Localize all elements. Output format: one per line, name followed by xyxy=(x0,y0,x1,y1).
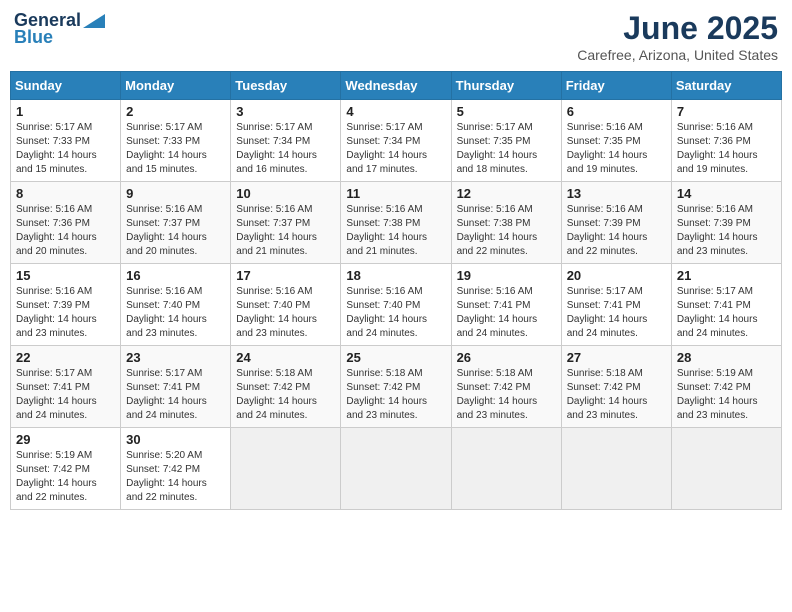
col-tuesday: Tuesday xyxy=(231,72,341,100)
cell-jun15: 15 Sunrise: 5:16 AMSunset: 7:39 PMDaylig… xyxy=(11,264,121,346)
cell-empty-1 xyxy=(231,428,341,510)
main-title: June 2025 xyxy=(577,10,778,47)
cell-jun5: 5 Sunrise: 5:17 AMSunset: 7:35 PMDayligh… xyxy=(451,100,561,182)
cell-empty-3 xyxy=(451,428,561,510)
calendar-row-4: 22 Sunrise: 5:17 AMSunset: 7:41 PMDaylig… xyxy=(11,346,782,428)
page-header: General Blue June 2025 Carefree, Arizona… xyxy=(10,10,782,63)
col-monday: Monday xyxy=(121,72,231,100)
calendar-row-3: 15 Sunrise: 5:16 AMSunset: 7:39 PMDaylig… xyxy=(11,264,782,346)
cell-jun16: 16 Sunrise: 5:16 AMSunset: 7:40 PMDaylig… xyxy=(121,264,231,346)
cell-jun17: 17 Sunrise: 5:16 AMSunset: 7:40 PMDaylig… xyxy=(231,264,341,346)
cell-jun14: 14 Sunrise: 5:16 AMSunset: 7:39 PMDaylig… xyxy=(671,182,781,264)
cell-jun22: 22 Sunrise: 5:17 AMSunset: 7:41 PMDaylig… xyxy=(11,346,121,428)
cell-jun11: 11 Sunrise: 5:16 AMSunset: 7:38 PMDaylig… xyxy=(341,182,451,264)
cell-jun25: 25 Sunrise: 5:18 AMSunset: 7:42 PMDaylig… xyxy=(341,346,451,428)
subtitle: Carefree, Arizona, United States xyxy=(577,47,778,63)
logo-blue: Blue xyxy=(14,27,53,48)
cell-jun28: 28 Sunrise: 5:19 AMSunset: 7:42 PMDaylig… xyxy=(671,346,781,428)
calendar-table: Sunday Monday Tuesday Wednesday Thursday… xyxy=(10,71,782,510)
logo-flag-icon xyxy=(83,14,105,28)
cell-jun9: 9 Sunrise: 5:16 AMSunset: 7:37 PMDayligh… xyxy=(121,182,231,264)
cell-jun23: 23 Sunrise: 5:17 AMSunset: 7:41 PMDaylig… xyxy=(121,346,231,428)
cell-empty-4 xyxy=(561,428,671,510)
logo: General Blue xyxy=(14,10,105,48)
cell-jun10: 10 Sunrise: 5:16 AMSunset: 7:37 PMDaylig… xyxy=(231,182,341,264)
cell-jun20: 20 Sunrise: 5:17 AMSunset: 7:41 PMDaylig… xyxy=(561,264,671,346)
cell-jun2: 2 Sunrise: 5:17 AMSunset: 7:33 PMDayligh… xyxy=(121,100,231,182)
cell-jun1: 1 Sunrise: 5:17 AMSunset: 7:33 PMDayligh… xyxy=(11,100,121,182)
cell-jun21: 21 Sunrise: 5:17 AMSunset: 7:41 PMDaylig… xyxy=(671,264,781,346)
cell-jun27: 27 Sunrise: 5:18 AMSunset: 7:42 PMDaylig… xyxy=(561,346,671,428)
cell-jun6: 6 Sunrise: 5:16 AMSunset: 7:35 PMDayligh… xyxy=(561,100,671,182)
weekday-header-row: Sunday Monday Tuesday Wednesday Thursday… xyxy=(11,72,782,100)
cell-jun18: 18 Sunrise: 5:16 AMSunset: 7:40 PMDaylig… xyxy=(341,264,451,346)
cell-empty-2 xyxy=(341,428,451,510)
col-sunday: Sunday xyxy=(11,72,121,100)
cell-jun19: 19 Sunrise: 5:16 AMSunset: 7:41 PMDaylig… xyxy=(451,264,561,346)
cell-jun12: 12 Sunrise: 5:16 AMSunset: 7:38 PMDaylig… xyxy=(451,182,561,264)
calendar-row-2: 8 Sunrise: 5:16 AMSunset: 7:36 PMDayligh… xyxy=(11,182,782,264)
col-wednesday: Wednesday xyxy=(341,72,451,100)
cell-jun29: 29 Sunrise: 5:19 AMSunset: 7:42 PMDaylig… xyxy=(11,428,121,510)
cell-jun8: 8 Sunrise: 5:16 AMSunset: 7:36 PMDayligh… xyxy=(11,182,121,264)
calendar-row-1: 1 Sunrise: 5:17 AMSunset: 7:33 PMDayligh… xyxy=(11,100,782,182)
calendar-row-5: 29 Sunrise: 5:19 AMSunset: 7:42 PMDaylig… xyxy=(11,428,782,510)
cell-jun30: 30 Sunrise: 5:20 AMSunset: 7:42 PMDaylig… xyxy=(121,428,231,510)
cell-jun26: 26 Sunrise: 5:18 AMSunset: 7:42 PMDaylig… xyxy=(451,346,561,428)
cell-jun24: 24 Sunrise: 5:18 AMSunset: 7:42 PMDaylig… xyxy=(231,346,341,428)
col-friday: Friday xyxy=(561,72,671,100)
col-saturday: Saturday xyxy=(671,72,781,100)
title-block: June 2025 Carefree, Arizona, United Stat… xyxy=(577,10,778,63)
cell-jun4: 4 Sunrise: 5:17 AMSunset: 7:34 PMDayligh… xyxy=(341,100,451,182)
col-thursday: Thursday xyxy=(451,72,561,100)
cell-jun13: 13 Sunrise: 5:16 AMSunset: 7:39 PMDaylig… xyxy=(561,182,671,264)
cell-jun7: 7 Sunrise: 5:16 AMSunset: 7:36 PMDayligh… xyxy=(671,100,781,182)
cell-jun3: 3 Sunrise: 5:17 AMSunset: 7:34 PMDayligh… xyxy=(231,100,341,182)
cell-empty-5 xyxy=(671,428,781,510)
